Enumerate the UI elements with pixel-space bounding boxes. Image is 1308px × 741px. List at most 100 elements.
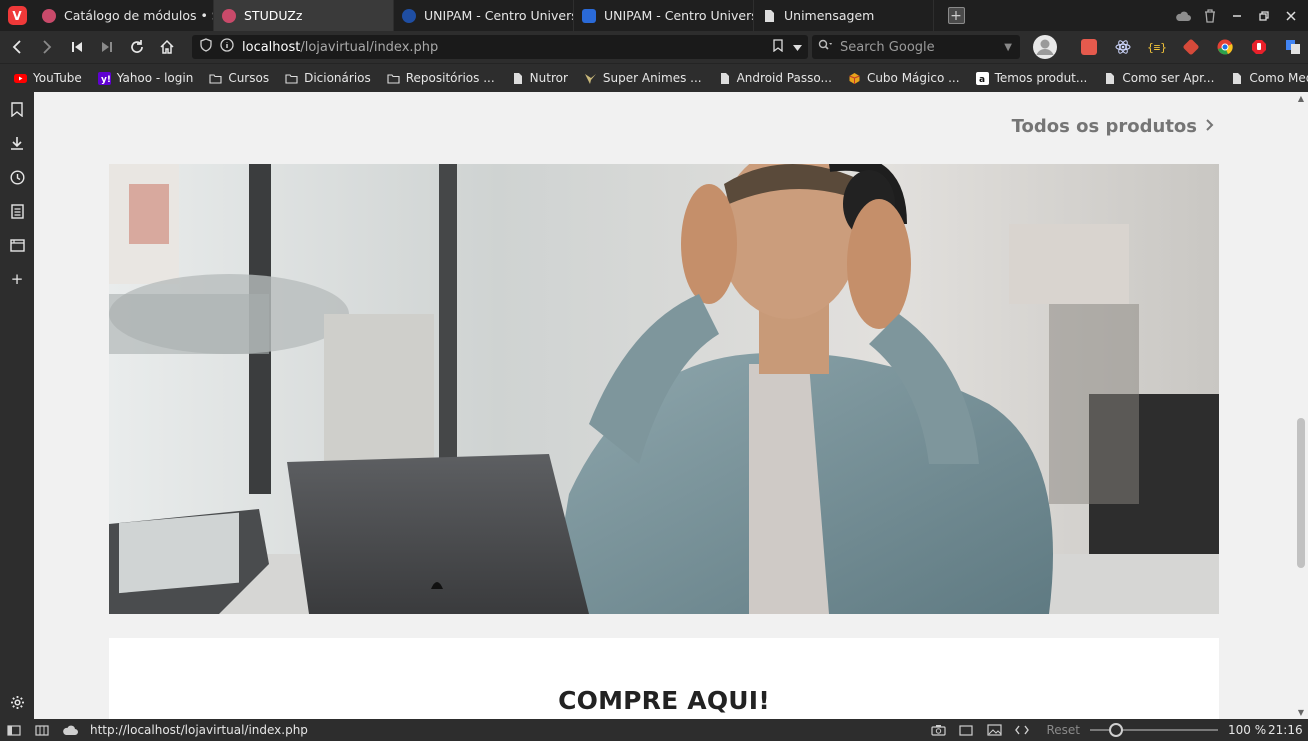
chevron-right-icon [1205, 116, 1214, 137]
page-icon [718, 72, 731, 85]
tab-label: Catálogo de módulos • STUDUZz [64, 8, 213, 23]
history-panel-icon[interactable] [0, 160, 34, 194]
bookmark-como-meditar[interactable]: Como Meditar... [1222, 64, 1308, 93]
profile-avatar[interactable] [1028, 31, 1062, 63]
forward-button[interactable] [32, 31, 62, 63]
downloads-panel-icon[interactable] [0, 126, 34, 160]
trash-icon[interactable] [1196, 0, 1223, 31]
status-link-url: http://localhost/lojavirtual/index.php [90, 723, 308, 737]
page-tiling-icon[interactable] [952, 724, 980, 736]
url-dropdown-icon[interactable] [793, 40, 802, 55]
tab-unimensagem[interactable]: Unimensagem [754, 0, 934, 31]
bookmark-super-animes[interactable]: Super Animes ... [576, 64, 710, 93]
studuzz-favicon-icon [222, 8, 236, 23]
images-toggle-icon[interactable] [980, 724, 1008, 736]
bookmark-folder-dicionarios[interactable]: Dicionários [277, 64, 379, 93]
bookmark-folder-repositorios[interactable]: Repositórios ... [379, 64, 503, 93]
all-products-link[interactable]: Todos os produtos [1012, 116, 1214, 137]
add-web-panel-icon[interactable]: + [0, 262, 34, 296]
extensions-area: {≡} [1028, 31, 1308, 63]
extension-cube-icon[interactable] [1174, 31, 1208, 63]
bookmark-label: Cubo Mágico ... [866, 71, 960, 85]
zoom-slider[interactable] [1090, 719, 1218, 741]
bookmark-folder-cursos[interactable]: Cursos [201, 64, 277, 93]
url-host: localhost [242, 39, 301, 55]
page-icon [1103, 72, 1116, 85]
reload-button[interactable] [122, 31, 152, 63]
tab-unipam-2[interactable]: UNIPAM - Centro Universitário [574, 0, 754, 31]
react-devtools-icon[interactable] [1106, 31, 1140, 63]
chrome-icon[interactable] [1208, 31, 1242, 63]
search-placeholder: Search Google [840, 39, 935, 55]
tab-tiling-icon[interactable] [28, 724, 56, 736]
search-engine-dropdown-icon[interactable]: ▼ [1004, 42, 1020, 53]
tab-label: STUDUZz [244, 8, 303, 23]
sync-cloud-icon[interactable] [56, 725, 84, 736]
bookmark-android-passo[interactable]: Android Passo... [710, 64, 840, 93]
bookmark-label: Android Passo... [736, 71, 832, 85]
shield-icon[interactable] [200, 38, 212, 56]
unipam-favicon-icon [582, 8, 596, 23]
folder-icon [285, 72, 298, 85]
bookmark-youtube[interactable]: YouTube [6, 64, 90, 93]
zoom-reset-button[interactable]: Reset [1046, 723, 1080, 737]
bookmark-page-icon[interactable] [773, 38, 783, 56]
tab-catalogo[interactable]: Catálogo de módulos • STUDUZz [34, 0, 214, 31]
restore-button[interactable] [1250, 0, 1277, 31]
search-field[interactable]: Search Google ▼ [812, 35, 1020, 59]
url-path: /lojavirtual/index.php [300, 39, 439, 55]
bookmark-nutror[interactable]: Nutror [503, 64, 576, 93]
tab-bar: V Catálogo de módulos • STUDUZz STUDUZz … [0, 0, 1308, 31]
scrollbar-thumb[interactable] [1297, 418, 1305, 568]
tab-unipam-1[interactable]: UNIPAM - Centro Universitário [394, 0, 574, 31]
back-button[interactable] [2, 31, 32, 63]
zoom-slider-knob[interactable] [1109, 723, 1123, 737]
address-toolbar: localhost/lojavirtual/index.php Search G… [0, 31, 1308, 63]
bookmarks-bar: YouTube y! Yahoo - login Cursos Dicionár… [0, 63, 1308, 92]
plus-icon: + [947, 7, 965, 24]
extension-red-icon[interactable] [1072, 31, 1106, 63]
scroll-up-arrow-icon[interactable]: ▲ [1297, 94, 1305, 103]
scroll-down-arrow-icon[interactable]: ▼ [1297, 708, 1305, 717]
bookmark-cubo-magico[interactable]: Cubo Mágico ... [840, 64, 968, 93]
window-panel-icon[interactable] [0, 228, 34, 262]
json-viewer-icon[interactable]: {≡} [1140, 31, 1174, 63]
bookmark-label: Como ser Apr... [1122, 71, 1215, 85]
bookmark-label: Cursos [228, 71, 270, 85]
capture-camera-icon[interactable] [924, 724, 952, 736]
clock[interactable]: 21:16 [1268, 723, 1308, 737]
url-field[interactable]: localhost/lojavirtual/index.php [192, 35, 808, 59]
google-translate-icon[interactable] [1276, 31, 1308, 63]
bookmark-label: Temos produt... [994, 71, 1088, 85]
status-bar: http://localhost/lojavirtual/index.php R… [0, 719, 1308, 741]
studuzz-favicon-icon [42, 8, 56, 23]
panel-toggle-icon[interactable] [0, 724, 28, 736]
bookmark-label: Super Animes ... [602, 71, 702, 85]
tab-label: Unimensagem [784, 8, 875, 23]
adblock-icon[interactable] [1242, 31, 1276, 63]
minimize-button[interactable] [1223, 0, 1250, 31]
site-info-icon[interactable] [220, 38, 234, 56]
close-window-button[interactable] [1277, 0, 1304, 31]
notes-panel-icon[interactable] [0, 194, 34, 228]
rewind-button[interactable] [62, 31, 92, 63]
vivaldi-menu-button[interactable]: V [0, 0, 34, 31]
bookmarks-panel-icon[interactable] [0, 92, 34, 126]
cta-card: COMPRE AQUI! [109, 638, 1219, 719]
bookmark-yahoo[interactable]: y! Yahoo - login [90, 64, 202, 93]
page-actions-code-icon[interactable] [1008, 725, 1036, 735]
new-tab-button[interactable]: + [934, 0, 978, 31]
svg-text:y!: y! [101, 75, 111, 85]
settings-gear-icon[interactable] [0, 685, 34, 719]
fast-forward-button[interactable] [92, 31, 122, 63]
cloud-sync-icon[interactable] [1169, 0, 1196, 31]
page-scrollbar[interactable]: ▲ ▼ [1294, 92, 1308, 719]
bookmark-como-ser-apr[interactable]: Como ser Apr... [1095, 64, 1222, 93]
unipam-favicon-icon [402, 8, 416, 23]
tab-studuzz[interactable]: STUDUZz [214, 0, 394, 31]
tab-label: UNIPAM - Centro Universitário [424, 8, 573, 23]
man-with-headphones-photo [109, 164, 1219, 614]
hero-banner-image [109, 164, 1219, 614]
bookmark-temos-produtos[interactable]: a Temos produt... [968, 64, 1096, 93]
home-button[interactable] [152, 31, 182, 63]
